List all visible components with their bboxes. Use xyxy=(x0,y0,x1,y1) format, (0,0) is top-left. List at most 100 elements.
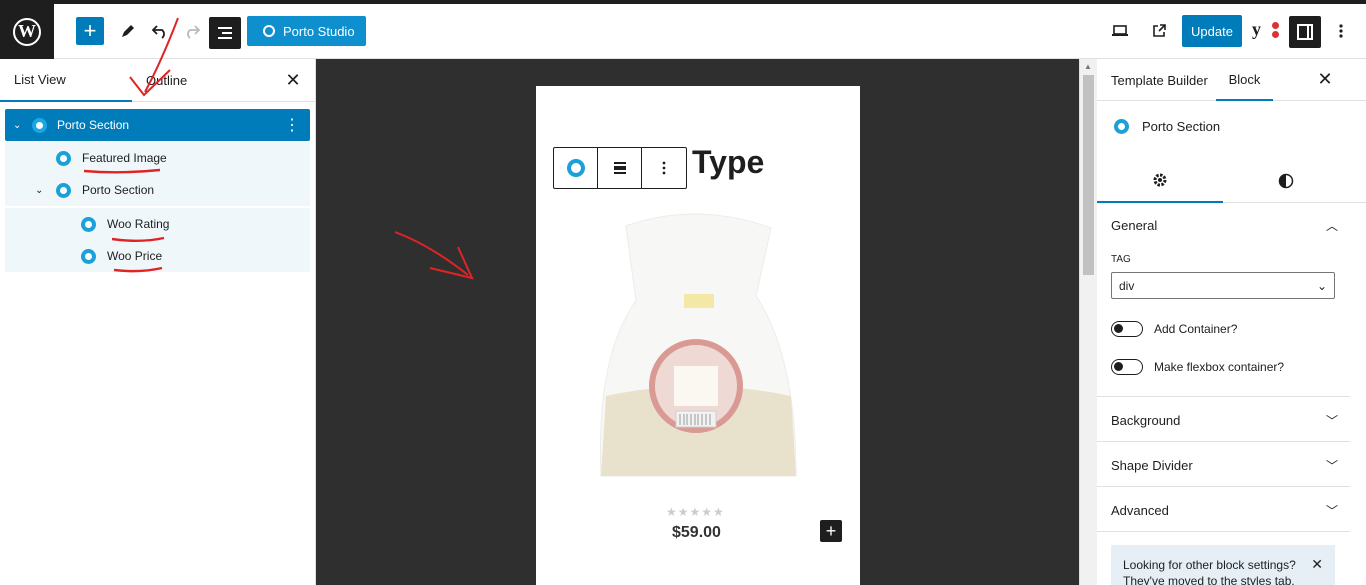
product-heading[interactable]: Type xyxy=(692,144,764,181)
chevron-down-icon: ⌄ xyxy=(1316,278,1327,293)
add-container-toggle[interactable] xyxy=(1111,321,1143,337)
tab-outline[interactable]: Outline xyxy=(146,59,187,102)
porto-studio-button[interactable]: Porto Studio xyxy=(247,16,366,46)
divider xyxy=(1097,396,1350,397)
notice-text: Looking for other block settings? They'v… xyxy=(1123,558,1296,585)
advanced-panel-title: Advanced xyxy=(1111,502,1169,518)
advanced-panel-toggle[interactable]: Advanced ﹀ xyxy=(1097,488,1350,532)
list-view-tabs: List View Outline ✕ xyxy=(0,59,315,102)
woo-rating-stars: ★★★★★ xyxy=(666,505,725,519)
tree-item-woo-rating[interactable]: Woo Rating xyxy=(5,208,310,240)
porto-section-icon xyxy=(566,159,585,177)
block-card-title: Porto Section xyxy=(1142,118,1221,134)
product-image[interactable] xyxy=(596,206,801,486)
add-block-button[interactable]: + xyxy=(76,17,104,45)
tab-styles[interactable] xyxy=(1223,159,1349,203)
chevron-up-icon: ︿ xyxy=(1325,218,1338,233)
update-button[interactable]: Update xyxy=(1182,15,1242,47)
tab-settings[interactable] xyxy=(1097,159,1223,203)
chevron-down-icon: ﹀ xyxy=(1325,413,1338,428)
editor-canvas[interactable]: Type ★★★★★ $59.00 + xyxy=(316,59,1079,585)
block-type-button[interactable] xyxy=(554,148,598,188)
close-icon[interactable]: ✕ xyxy=(1311,556,1323,572)
sidebar-toggle-icon[interactable] xyxy=(1289,16,1321,48)
align-icon xyxy=(613,162,626,174)
more-vertical-icon[interactable] xyxy=(1327,17,1355,45)
porto-block-icon xyxy=(81,216,96,232)
porto-section-icon xyxy=(32,117,47,133)
styles-moved-notice: Looking for other block settings? They'v… xyxy=(1111,545,1335,585)
porto-studio-label: Porto Studio xyxy=(283,23,355,39)
more-vertical-icon xyxy=(662,161,666,175)
chevron-down-icon[interactable]: ⌄ xyxy=(35,185,43,196)
chevron-down-icon: ﹀ xyxy=(1325,458,1338,473)
scroll-up-icon[interactable]: ▲ xyxy=(1084,62,1092,71)
porto-section-icon xyxy=(1114,118,1129,134)
tree-item-featured-image[interactable]: Featured Image xyxy=(5,142,310,174)
tab-template-builder-label: Template Builder xyxy=(1111,72,1208,88)
close-icon[interactable]: ✕ xyxy=(284,70,302,90)
redo-icon[interactable] xyxy=(178,17,206,45)
tab-outline-label: Outline xyxy=(146,73,188,88)
divider xyxy=(1097,486,1350,487)
tree-item-label: Porto Section xyxy=(82,183,155,197)
tab-list-view-label: List View xyxy=(14,72,66,87)
gear-icon xyxy=(1153,173,1167,187)
background-panel-title: Background xyxy=(1111,412,1181,428)
general-panel-title: General xyxy=(1111,217,1158,233)
laptop-icon[interactable] xyxy=(1106,17,1134,45)
list-view-icon[interactable] xyxy=(209,17,241,49)
tree-item-porto-section[interactable]: ⌄ Porto Section ⋮ xyxy=(5,109,310,141)
chevron-down-icon: ﹀ xyxy=(1325,503,1338,518)
close-icon[interactable]: ✕ xyxy=(1316,69,1334,89)
porto-icon xyxy=(263,25,275,37)
contrast-icon xyxy=(1278,173,1294,189)
settings-tabs: Template Builder Block ✕ xyxy=(1097,59,1366,101)
pencil-icon[interactable] xyxy=(114,17,142,45)
divider xyxy=(1097,531,1350,532)
tree-item-porto-section-inner[interactable]: ⌄ Porto Section xyxy=(5,174,310,206)
tab-block-label: Block xyxy=(1228,71,1261,87)
editor-window: W + Porto Studio Update y List View Outl… xyxy=(0,0,1366,585)
editor-topbar: W + Porto Studio Update y xyxy=(0,4,1366,59)
inspector-tabs xyxy=(1097,159,1366,203)
general-panel-toggle[interactable]: General ︿ xyxy=(1097,203,1350,247)
shape-divider-panel-toggle[interactable]: Shape Divider ﹀ xyxy=(1097,443,1350,487)
canvas-scrollbar[interactable]: ▲ xyxy=(1079,59,1097,585)
tree-item-label: Woo Price xyxy=(107,249,163,263)
porto-section-icon xyxy=(56,182,71,198)
wordpress-logo-icon[interactable]: W xyxy=(0,4,54,59)
tag-select-value: div xyxy=(1119,278,1135,293)
tag-select[interactable]: div ⌄ xyxy=(1111,272,1335,299)
scroll-thumb[interactable] xyxy=(1083,75,1094,275)
block-toolbar xyxy=(553,147,687,189)
tree-item-woo-price[interactable]: Woo Price xyxy=(5,240,310,272)
yoast-icon[interactable]: y xyxy=(1252,19,1282,43)
divider xyxy=(1097,441,1350,442)
add-block-plus-button[interactable]: + xyxy=(820,520,842,542)
block-card: Porto Section xyxy=(1097,101,1366,151)
external-link-icon[interactable] xyxy=(1145,17,1173,45)
porto-block-icon xyxy=(81,248,96,264)
tab-list-view[interactable]: List View xyxy=(0,59,132,102)
tree-item-label: Featured Image xyxy=(82,151,167,165)
tab-template-builder[interactable]: Template Builder xyxy=(1111,59,1208,101)
template-page[interactable]: Type ★★★★★ $59.00 + xyxy=(536,86,860,585)
tree-item-label: Woo Rating xyxy=(107,217,170,231)
woo-price[interactable]: $59.00 xyxy=(672,524,721,542)
more-vertical-icon[interactable]: ⋮ xyxy=(284,115,300,135)
background-panel-toggle[interactable]: Background ﹀ xyxy=(1097,398,1350,442)
porto-block-icon xyxy=(56,150,71,166)
chevron-down-icon[interactable]: ⌄ xyxy=(13,120,21,131)
add-container-label: Add Container? xyxy=(1154,322,1238,336)
block-options-button[interactable] xyxy=(642,148,686,188)
tag-label: TAG xyxy=(1111,254,1131,265)
shape-divider-panel-title: Shape Divider xyxy=(1111,457,1193,473)
list-view-panel: List View Outline ✕ ⌄ Porto Section ⋮ Fe… xyxy=(0,59,316,585)
add-container-row: Add Container? xyxy=(1111,319,1341,339)
flexbox-toggle[interactable] xyxy=(1111,359,1143,375)
undo-icon[interactable] xyxy=(146,17,174,45)
align-button[interactable] xyxy=(598,148,642,188)
flexbox-label: Make flexbox container? xyxy=(1154,360,1285,374)
tab-block[interactable]: Block xyxy=(1216,59,1273,101)
